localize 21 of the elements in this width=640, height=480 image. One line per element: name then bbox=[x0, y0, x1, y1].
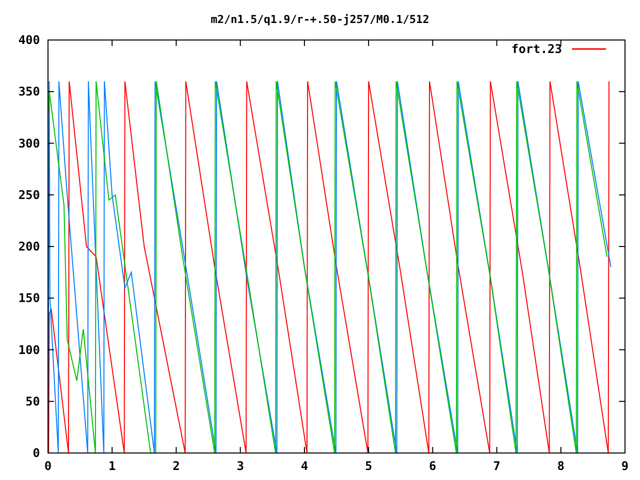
x-tick-label: 3 bbox=[236, 459, 244, 473]
x-tick-label: 4 bbox=[300, 459, 308, 473]
x-tick-label: 8 bbox=[557, 459, 564, 473]
x-tick-label: 5 bbox=[364, 459, 372, 473]
y-tick-label: 350 bbox=[18, 84, 40, 99]
y-tick-label: 50 bbox=[26, 394, 40, 408]
x-tick-label: 7 bbox=[493, 459, 500, 473]
x-tick-label: 9 bbox=[621, 459, 629, 473]
legend-label: fort.23 bbox=[511, 42, 562, 56]
x-tick-label: 2 bbox=[172, 459, 180, 473]
y-tick-label: 200 bbox=[18, 240, 40, 254]
y-tick-label: 250 bbox=[18, 188, 40, 202]
y-tick-label: 300 bbox=[18, 136, 40, 150]
y-tick-label: 400 bbox=[18, 33, 40, 47]
x-tick-label: 6 bbox=[429, 459, 436, 473]
chart-title: m2/n1.5/q1.9/r-+.50-j257/M0.1/512 bbox=[210, 13, 430, 26]
x-tick-label: 0 bbox=[44, 459, 52, 473]
y-tick-label: 150 bbox=[18, 291, 40, 306]
x-tick-label: 1 bbox=[108, 459, 116, 473]
y-tick-label: 100 bbox=[18, 342, 40, 357]
y-tick-label: 0 bbox=[32, 446, 40, 460]
